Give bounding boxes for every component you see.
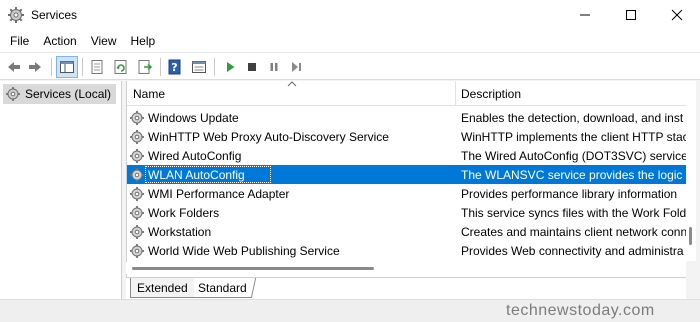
maximize-icon xyxy=(626,10,636,20)
start-service-icon xyxy=(227,62,235,72)
toolbar-separator xyxy=(214,58,215,76)
service-name: Work Folders xyxy=(148,205,220,220)
minimize-button[interactable] xyxy=(562,0,608,30)
menu-action[interactable]: Action xyxy=(36,34,83,48)
console-view-button[interactable] xyxy=(188,56,210,78)
service-gear-icon xyxy=(130,186,144,201)
menu-view[interactable]: View xyxy=(84,34,124,48)
restart-service-button[interactable] xyxy=(285,56,307,78)
menu-help[interactable]: Help xyxy=(124,34,163,48)
refresh-button[interactable] xyxy=(110,56,132,78)
export-list-button[interactable] xyxy=(134,56,156,78)
tab-extended[interactable]: Extended xyxy=(130,278,194,298)
refresh-icon xyxy=(114,60,127,74)
vertical-scrollbar-thumb[interactable] xyxy=(689,227,692,245)
service-description: Provides performance library information xyxy=(461,186,678,201)
minimize-icon xyxy=(580,14,590,16)
properties-button[interactable] xyxy=(86,56,108,78)
service-name: Windows Update xyxy=(148,110,239,125)
show-hide-tree-icon xyxy=(60,61,74,73)
console-view-icon xyxy=(192,61,206,73)
column-header-description[interactable]: Description xyxy=(455,81,686,106)
title-bar: Services xyxy=(0,0,700,30)
table-row[interactable]: World Wide Web Publishing Service Provid… xyxy=(127,241,686,260)
forward-arrow-icon xyxy=(29,62,41,72)
close-icon xyxy=(671,9,683,21)
table-row[interactable]: Workstation Creates and maintains client… xyxy=(127,222,686,241)
pause-service-button[interactable] xyxy=(263,56,285,78)
service-gear-icon xyxy=(130,148,144,163)
back-arrow-icon xyxy=(8,62,20,72)
stop-service-button[interactable] xyxy=(241,56,263,78)
services-gear-icon xyxy=(8,7,24,23)
toolbar: ? xyxy=(0,52,700,80)
watermark: technewstoday.com xyxy=(506,302,655,319)
table-row-selected[interactable]: WLAN AutoConfig The WLANSVC service prov… xyxy=(127,165,686,184)
menu-file[interactable]: File xyxy=(3,34,36,48)
tab-standard-label: Standard xyxy=(198,280,247,295)
back-button[interactable] xyxy=(3,56,25,78)
horizontal-scrollbar-thumb[interactable] xyxy=(132,267,374,270)
service-description: Provides Web connectivity and administra xyxy=(461,243,684,258)
toolbar-separator xyxy=(51,58,52,76)
service-description: The WLANSVC service provides the logic n xyxy=(461,167,686,182)
tab-standard[interactable]: Standard xyxy=(189,278,256,298)
menu-bar: File Action View Help xyxy=(0,30,700,52)
pause-service-icon xyxy=(270,63,278,71)
show-hide-tree-button[interactable] xyxy=(56,56,78,78)
table-row[interactable]: WinHTTP Web Proxy Auto-Discovery Service… xyxy=(127,127,686,146)
maximize-button[interactable] xyxy=(608,0,654,30)
service-description: Creates and maintains client network con… xyxy=(461,224,686,239)
restart-service-icon xyxy=(292,62,301,72)
toolbar-separator xyxy=(160,58,161,76)
service-gear-icon xyxy=(130,129,144,144)
service-gear-icon xyxy=(130,205,144,220)
service-name: World Wide Web Publishing Service xyxy=(148,243,340,258)
table-row[interactable]: WMI Performance Adapter Provides perform… xyxy=(127,184,686,203)
service-gear-icon xyxy=(130,110,144,125)
tab-extended-label: Extended xyxy=(137,280,188,295)
vertical-scrollbar[interactable] xyxy=(686,81,696,261)
service-name: Wired AutoConfig xyxy=(148,148,242,163)
service-gear-icon xyxy=(130,167,144,182)
sort-ascending-icon xyxy=(287,81,297,87)
service-name: WinHTTP Web Proxy Auto-Discovery Service xyxy=(148,129,389,144)
table-row[interactable]: Work Folders This service syncs files wi… xyxy=(127,203,686,222)
help-icon: ? xyxy=(168,59,181,75)
forward-button[interactable] xyxy=(24,56,46,78)
view-tabs: Extended Standard xyxy=(126,277,686,299)
help-button[interactable]: ? xyxy=(164,56,186,78)
service-name: Workstation xyxy=(148,224,212,239)
start-service-button[interactable] xyxy=(219,56,241,78)
table-row[interactable]: Wired AutoConfig The Wired AutoConfig (D… xyxy=(127,146,686,165)
service-name: WMI Performance Adapter xyxy=(148,186,290,201)
svg-text:?: ? xyxy=(171,61,177,74)
service-gear-icon xyxy=(130,243,144,258)
stop-service-icon xyxy=(248,63,256,71)
tree-item-services-local[interactable]: Services (Local) xyxy=(3,84,116,104)
close-button[interactable] xyxy=(654,0,700,30)
service-description: Enables the detection, download, and ins… xyxy=(461,110,684,125)
export-list-icon xyxy=(138,60,153,74)
horizontal-scrollbar[interactable] xyxy=(126,262,686,274)
table-row[interactable]: Windows Update Enables the detection, do… xyxy=(127,108,686,127)
tree-item-label: Services (Local) xyxy=(25,87,112,101)
service-gear-icon xyxy=(130,224,144,239)
service-description: This service syncs files with the Work F… xyxy=(461,205,686,220)
console-tree: Services (Local) xyxy=(0,81,122,299)
service-description: WinHTTP implements the client HTTP stac xyxy=(461,129,686,144)
window-title: Services xyxy=(31,8,78,22)
toolbar-separator xyxy=(82,58,83,76)
service-description: The Wired AutoConfig (DOT3SVC) service xyxy=(461,148,686,163)
service-name: WLAN AutoConfig xyxy=(148,167,245,182)
properties-icon xyxy=(91,60,103,74)
services-gear-icon xyxy=(6,87,20,101)
column-header-row: Name Description xyxy=(127,81,686,106)
